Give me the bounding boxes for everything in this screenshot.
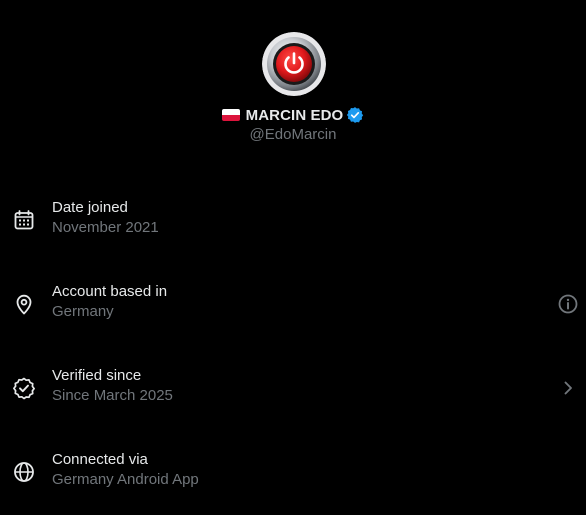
display-name: MARCIN EDO [245, 106, 344, 124]
name-row: MARCIN EDO [0, 104, 586, 126]
power-button-icon [262, 32, 326, 96]
poland-flag-icon [221, 109, 240, 121]
account-based-in-value: Germany [52, 303, 114, 320]
date-joined-label: Date joined [52, 199, 128, 216]
profile-header: MARCIN EDO @EdoMarcin [0, 0, 586, 160]
info-row-verified-since[interactable]: Verified since Since March 2025 [0, 362, 586, 422]
calendar-icon [12, 208, 36, 232]
connected-via-value: Germany Android App [52, 471, 199, 488]
verified-check-icon [12, 376, 36, 400]
chevron-right-icon[interactable] [556, 376, 580, 400]
info-row-connected-via: Connected via Germany Android App [0, 446, 586, 506]
info-row-date-joined: Date joined November 2021 [0, 194, 586, 254]
account-based-in-label: Account based in [52, 283, 168, 300]
profile-handle: @EdoMarcin [249, 126, 337, 143]
verified-since-value: Since March 2025 [52, 387, 173, 404]
verified-badge-icon[interactable] [346, 106, 364, 124]
connected-via-label: Connected via [52, 451, 148, 468]
info-icon[interactable] [556, 292, 580, 316]
avatar[interactable] [262, 32, 326, 96]
verified-since-label: Verified since [52, 367, 142, 384]
location-pin-icon [12, 292, 36, 316]
date-joined-value: November 2021 [52, 219, 159, 236]
info-row-account-based-in: Account based in Germany [0, 278, 586, 338]
globe-icon [12, 460, 36, 484]
